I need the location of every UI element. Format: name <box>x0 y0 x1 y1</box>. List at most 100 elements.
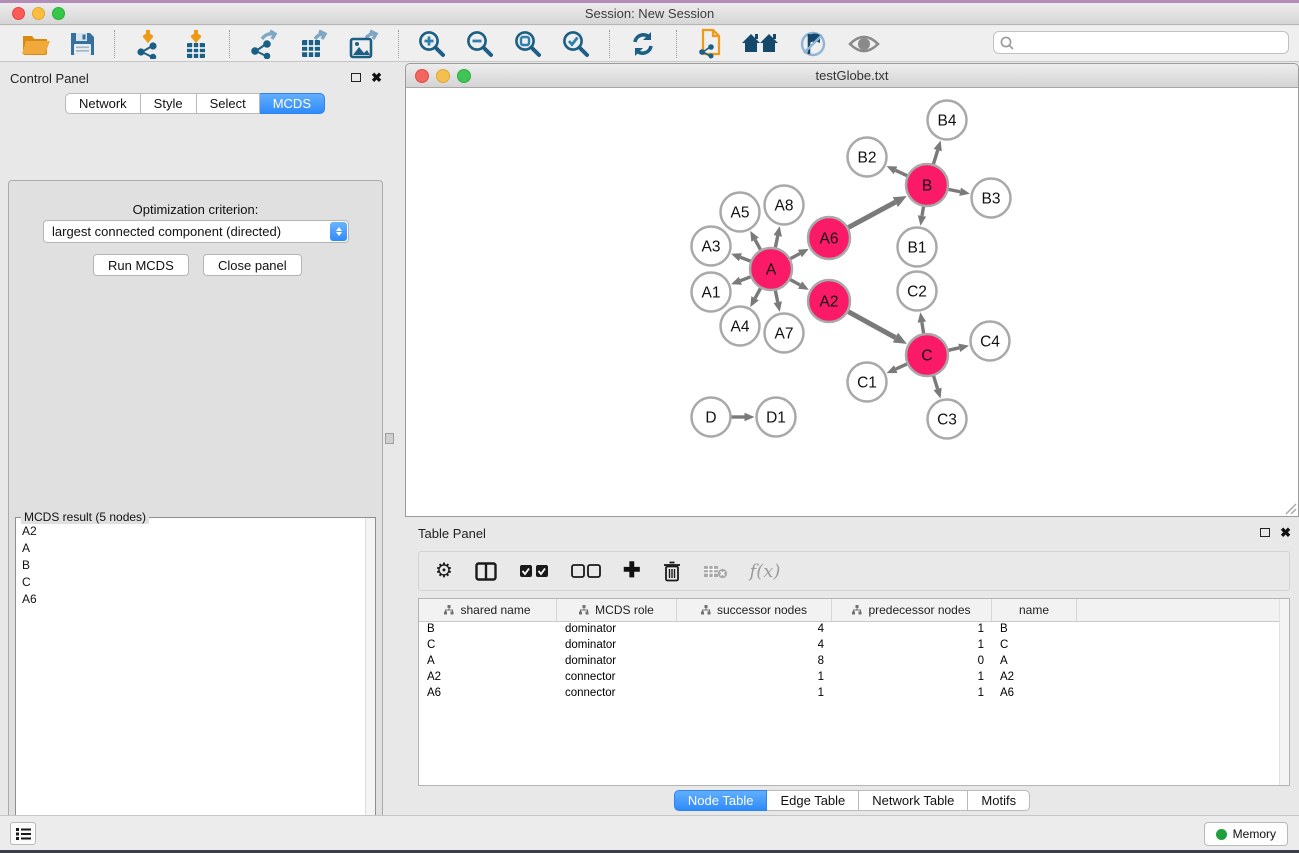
mcds-result-list[interactable]: A2ABCA6 <box>16 522 365 853</box>
tab-style[interactable]: Style <box>141 93 197 114</box>
close-table-panel-button[interactable]: ✖ <box>1280 525 1291 540</box>
table-cell[interactable]: 1 <box>832 686 992 702</box>
format-columns-button[interactable] <box>467 560 505 583</box>
tab-select[interactable]: Select <box>197 93 260 114</box>
result-scrollbar[interactable] <box>365 518 375 853</box>
table-row[interactable]: Bdominator41B <box>419 622 1289 638</box>
show-columns-button[interactable] <box>511 562 557 580</box>
open-session-button[interactable] <box>15 29 57 59</box>
table-scrollbar[interactable] <box>1279 599 1289 785</box>
table-mode-button[interactable]: ⚙ <box>427 559 461 583</box>
table-tab-edge-table[interactable]: Edge Table <box>767 790 859 811</box>
table-cell[interactable]: C <box>992 638 1077 654</box>
table-cell[interactable]: 1 <box>832 622 992 638</box>
table-cell[interactable]: A6 <box>992 686 1077 702</box>
table-cell[interactable]: 1 <box>677 686 832 702</box>
table-cell[interactable]: 1 <box>832 638 992 654</box>
control-panel-title: Control Panel <box>10 71 89 86</box>
refresh-button[interactable] <box>622 28 664 60</box>
table-cell[interactable]: 8 <box>677 654 832 670</box>
column-header-name[interactable]: name <box>992 599 1077 621</box>
table-cell[interactable]: connector <box>557 686 677 702</box>
memory-button[interactable]: Memory <box>1204 822 1288 846</box>
graph-node-label: A5 <box>731 205 750 222</box>
panel-splitter-handle[interactable] <box>385 433 394 444</box>
flag-toggle-button[interactable] <box>791 28 835 60</box>
table-tab-motifs[interactable]: Motifs <box>968 790 1030 811</box>
table-cell[interactable]: A <box>992 654 1077 670</box>
zoom-in-button[interactable] <box>411 27 453 61</box>
table-cell[interactable]: connector <box>557 670 677 686</box>
column-header-shared-name[interactable]: shared name <box>419 599 557 621</box>
float-table-panel-button[interactable] <box>1260 525 1270 540</box>
app-titlebar[interactable]: Session: New Session <box>0 3 1299 25</box>
function-builder-button[interactable]: f(x) <box>742 559 789 584</box>
network-window-titlebar[interactable]: testGlobe.txt <box>405 63 1299 88</box>
table-cell[interactable]: 4 <box>677 622 832 638</box>
delete-columns-button[interactable] <box>655 559 689 584</box>
table-row[interactable]: A2connector11A2 <box>419 670 1289 686</box>
column-header-successor-nodes[interactable]: successor nodes <box>677 599 832 621</box>
table-cell[interactable]: B <box>992 622 1077 638</box>
import-table-button[interactable] <box>175 27 217 61</box>
delete-table-button[interactable] <box>695 562 736 581</box>
edge-C-C3[interactable] <box>933 374 938 389</box>
export-image-button[interactable] <box>342 27 386 61</box>
table-cell[interactable]: 0 <box>832 654 992 670</box>
table-cell[interactable]: 4 <box>677 638 832 654</box>
table-tab-network-table[interactable]: Network Table <box>859 790 968 811</box>
zoom-out-button[interactable] <box>459 27 501 61</box>
export-network-button[interactable] <box>242 27 286 61</box>
run-mcds-button[interactable]: Run MCDS <box>93 254 189 276</box>
mcds-result-item[interactable]: A2 <box>16 522 365 539</box>
task-history-button[interactable] <box>10 822 36 845</box>
unchecked-boxes-icon <box>571 564 601 578</box>
table-cell[interactable]: 1 <box>677 670 832 686</box>
search-field[interactable] <box>993 31 1289 54</box>
import-network-button[interactable] <box>127 27 169 61</box>
zoom-selected-button[interactable] <box>555 27 597 61</box>
float-panel-button[interactable] <box>351 70 361 85</box>
create-column-button[interactable]: ✚ <box>615 559 649 583</box>
show-graphics-details-button[interactable] <box>841 30 887 58</box>
column-header-predecessor-nodes[interactable]: predecessor nodes <box>832 599 992 621</box>
column-header-mcds-role[interactable]: MCDS role <box>557 599 677 621</box>
table-tab-node-table[interactable]: Node Table <box>674 790 768 811</box>
close-panel-action-button[interactable]: Close panel <box>203 254 302 276</box>
table-cell[interactable]: A2 <box>992 670 1077 686</box>
edge-A6-B[interactable] <box>847 202 896 228</box>
table-cell[interactable]: B <box>419 622 557 638</box>
edge-B-B4[interactable] <box>933 150 938 166</box>
column-header-label: shared name <box>460 603 530 617</box>
create-network-from-file-button[interactable] <box>689 26 729 62</box>
table-row[interactable]: Adominator80A <box>419 654 1289 670</box>
table-cell[interactable]: dominator <box>557 654 677 670</box>
table-cell[interactable]: C <box>419 638 557 654</box>
mcds-result-item[interactable]: A6 <box>16 590 365 607</box>
table-cell[interactable]: A2 <box>419 670 557 686</box>
table-cell[interactable]: dominator <box>557 638 677 654</box>
criterion-dropdown[interactable]: largest connected component (directed) <box>43 220 349 243</box>
mcds-result-item[interactable]: A <box>16 539 365 556</box>
table-cell[interactable]: 1 <box>832 670 992 686</box>
save-session-button[interactable] <box>63 29 102 59</box>
network-canvas[interactable]: B4B2BB3A8A5A6A3B1AA1C2A2A4A7C4CC1C3DD1 <box>405 88 1299 517</box>
home-button[interactable] <box>735 29 785 59</box>
zoom-fit-button[interactable] <box>507 27 549 61</box>
network-graph[interactable]: B4B2BB3A8A5A6A3B1AA1C2A2A4A7C4CC1C3DD1 <box>406 88 1298 515</box>
edge-A2-C[interactable] <box>847 311 896 338</box>
table-cell[interactable]: A <box>419 654 557 670</box>
table-cell[interactable]: dominator <box>557 622 677 638</box>
export-table-button[interactable] <box>292 27 336 61</box>
table-cell[interactable]: A6 <box>419 686 557 702</box>
window-resize-grip-icon[interactable] <box>1283 501 1297 515</box>
hide-columns-button[interactable] <box>563 562 609 580</box>
mcds-result-item[interactable]: B <box>16 556 365 573</box>
table-row[interactable]: Cdominator41C <box>419 638 1289 654</box>
mcds-result-item[interactable]: C <box>16 573 365 590</box>
search-input[interactable] <box>1015 32 1288 53</box>
close-panel-button[interactable]: ✖ <box>371 70 382 85</box>
tab-network[interactable]: Network <box>65 93 141 114</box>
tab-mcds[interactable]: MCDS <box>260 93 325 114</box>
table-row[interactable]: A6connector11A6 <box>419 686 1289 702</box>
